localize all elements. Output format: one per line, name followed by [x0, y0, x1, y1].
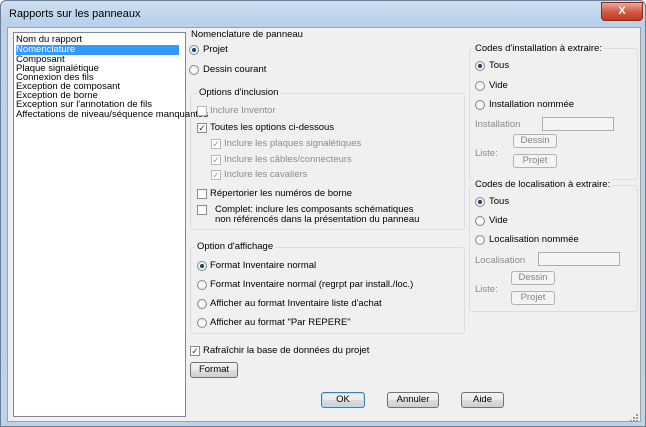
- par-repere-label: Afficher au format "Par REPERE": [210, 317, 351, 328]
- dialog-window: Rapports sur les panneaux X Nom du rappo…: [0, 0, 646, 427]
- list-item-affectations[interactable]: Affectations de niveau/séquence manquant…: [16, 110, 208, 120]
- window-title: Rapports sur les panneaux: [9, 8, 141, 20]
- installation-projet-button[interactable]: Projet: [513, 154, 557, 168]
- checkbox-cables[interactable]: ✓: [211, 155, 221, 165]
- cables-label: Inclure les câbles/connecteurs: [224, 154, 352, 165]
- radio-liste-achat[interactable]: [197, 299, 207, 309]
- numeros-borne-label: Répertorier les numéros de borne: [210, 188, 353, 199]
- installation-vide-label: Vide: [489, 80, 508, 91]
- checkbox-cavaliers[interactable]: ✓: [211, 170, 221, 180]
- radio-installation-nommee[interactable]: [475, 100, 485, 110]
- localisation-tous-label: Tous: [489, 196, 510, 207]
- localisation-dessin-button[interactable]: Dessin: [511, 271, 555, 285]
- aide-button[interactable]: Aide: [461, 392, 504, 408]
- radio-format-regrpt[interactable]: [197, 280, 207, 290]
- checkbox-rafraichir[interactable]: ✓: [190, 346, 200, 356]
- installation-title: Codes d'installation à extraire:: [473, 43, 604, 54]
- radio-format-inventaire[interactable]: [197, 261, 207, 271]
- radio-localisation-vide[interactable]: [475, 216, 485, 226]
- radio-localisation-tous[interactable]: [475, 197, 485, 207]
- annuler-button[interactable]: Annuler: [387, 392, 439, 408]
- radio-localisation-nommee[interactable]: [475, 235, 485, 245]
- radio-dessin-courant-label: Dessin courant: [203, 64, 267, 75]
- installation-nommee-label: Installation nommée: [489, 99, 575, 110]
- plaques-label: Inclure les plaques signalétiques: [224, 138, 362, 149]
- resize-grip-icon[interactable]: [629, 413, 639, 423]
- title-bar[interactable]: Rapports sur les panneaux X: [1, 1, 645, 27]
- localisation-input[interactable]: [538, 252, 620, 266]
- close-button[interactable]: X: [601, 2, 643, 21]
- radio-installation-tous[interactable]: [475, 61, 485, 71]
- localisation-field-label: Localisation: [475, 255, 526, 266]
- close-icon: X: [618, 5, 626, 17]
- rafraichir-label: Rafraîchir la base de données du projet: [203, 345, 370, 356]
- checkbox-inclure-inventor[interactable]: [197, 106, 207, 116]
- installation-tous-label: Tous: [489, 60, 510, 71]
- localisation-title: Codes de localisation à extraire:: [473, 179, 613, 190]
- inclure-inventor-label: Inclure Inventor: [210, 105, 276, 116]
- radio-dessin-courant[interactable]: [189, 65, 199, 75]
- nomenclature-title: Nomenclature de panneau: [191, 29, 303, 40]
- checkbox-plaques[interactable]: ✓: [211, 139, 221, 149]
- dialog-client-area: Nom du rapport Nomenclature Composant Pl…: [7, 27, 641, 422]
- installation-liste-label: Liste:: [475, 148, 498, 159]
- affichage-title: Option d'affichage: [195, 241, 276, 252]
- radio-projet-label: Projet: [203, 44, 228, 55]
- format-button[interactable]: Format: [190, 362, 238, 378]
- installation-field-label: Installation: [475, 119, 521, 130]
- checkbox-numeros-borne[interactable]: [197, 189, 207, 199]
- liste-achat-label: Afficher au format Inventaire liste d'ac…: [210, 298, 382, 309]
- checkbox-complet[interactable]: [197, 205, 207, 215]
- localisation-nommee-label: Localisation nommée: [489, 234, 579, 245]
- toutes-options-label: Toutes les options ci-dessous: [210, 122, 335, 133]
- inclusion-title: Options d'inclusion: [197, 87, 281, 98]
- format-regrpt-label: Format Inventaire normal (regrpt par ins…: [210, 279, 414, 290]
- checkbox-toutes-options[interactable]: ✓: [197, 123, 207, 133]
- radio-par-repere[interactable]: [197, 318, 207, 328]
- radio-installation-vide[interactable]: [475, 81, 485, 91]
- localisation-projet-button[interactable]: Projet: [511, 291, 555, 305]
- complet-label-2: non référencés dans la présentation du p…: [215, 214, 420, 225]
- ok-button[interactable]: OK: [321, 392, 365, 408]
- radio-projet[interactable]: [189, 45, 199, 55]
- installation-input[interactable]: [542, 117, 614, 131]
- format-inventaire-label: Format Inventaire normal: [210, 260, 317, 271]
- localisation-liste-label: Liste:: [475, 284, 498, 295]
- cavaliers-label: Inclure les cavaliers: [224, 169, 308, 180]
- report-list[interactable]: Nom du rapport Nomenclature Composant Pl…: [13, 32, 208, 417]
- localisation-vide-label: Vide: [489, 215, 508, 226]
- installation-dessin-button[interactable]: Dessin: [513, 134, 557, 148]
